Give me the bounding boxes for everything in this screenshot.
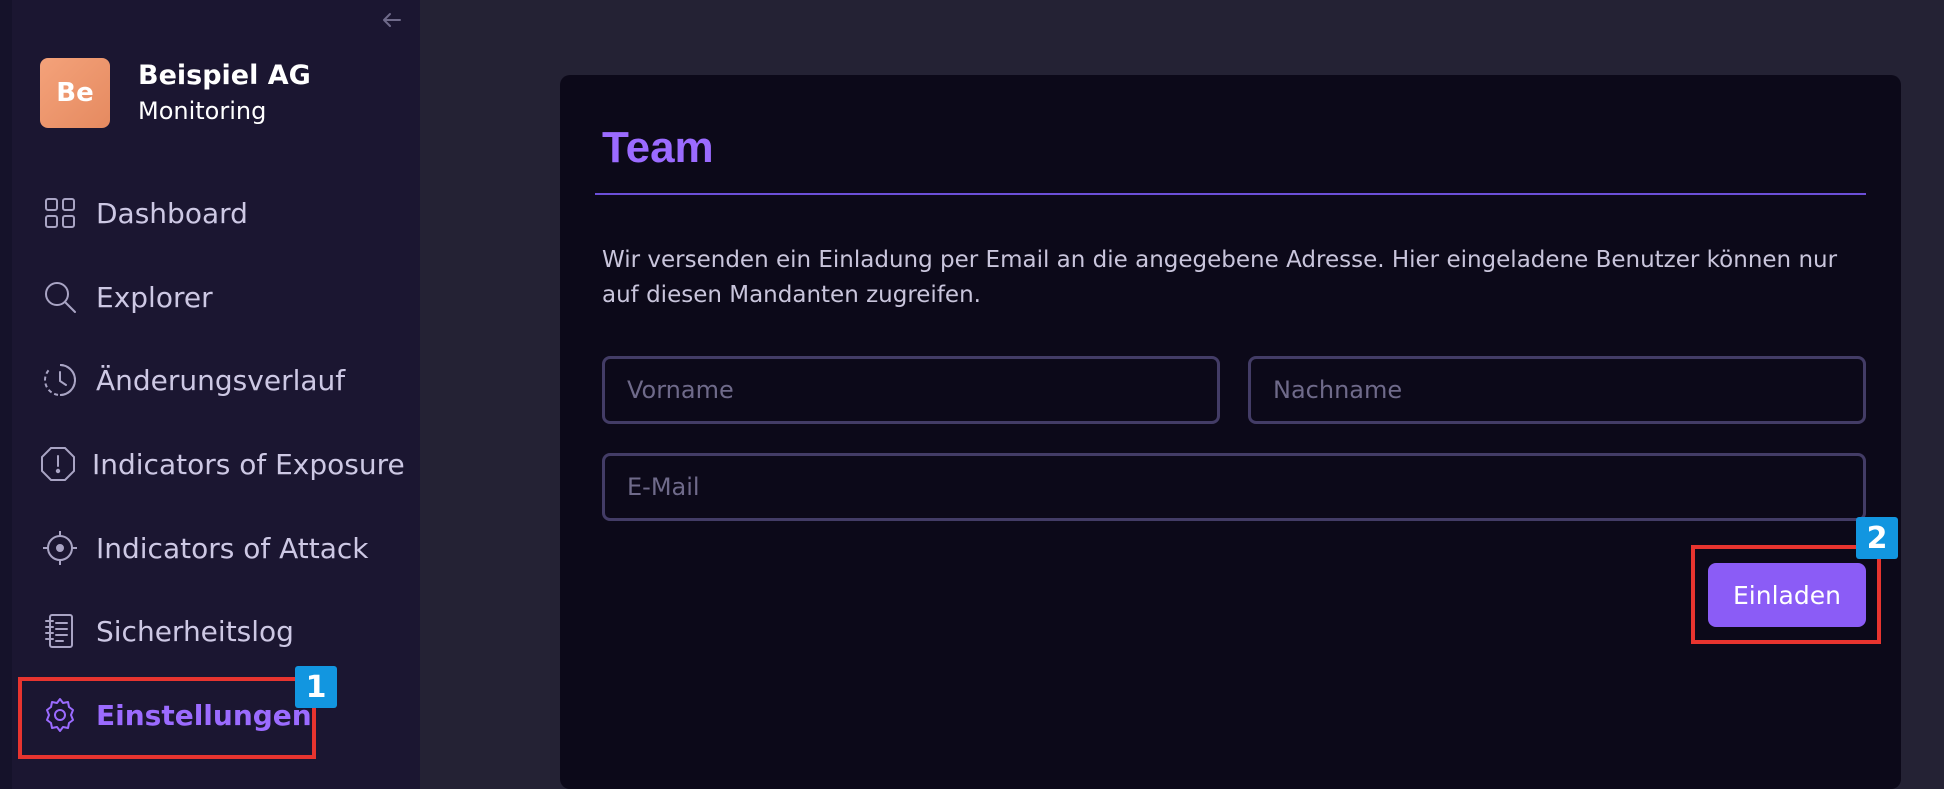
grid-icon xyxy=(40,193,80,233)
sidebar: Be Beispiel AG Monitoring Dashboard Expl… xyxy=(12,0,420,789)
sidebar-item-indicators-of-exposure[interactable]: Indicators of Exposure xyxy=(40,439,405,489)
avatar: Be xyxy=(40,58,110,128)
alert-octagon-icon xyxy=(40,444,76,484)
page-title: Team xyxy=(602,123,714,172)
clock-history-icon xyxy=(40,360,80,400)
org-header: Be Beispiel AG Monitoring xyxy=(40,58,311,128)
title-divider xyxy=(595,193,1866,195)
annotation-tag-1: 1 xyxy=(295,666,337,708)
sidebar-item-aenderungsverlauf[interactable]: Änderungsverlauf xyxy=(40,355,400,405)
sidebar-item-sicherheitslog[interactable]: Sicherheitslog xyxy=(40,606,400,656)
sidebar-item-label: Sicherheitslog xyxy=(96,614,294,648)
org-subtitle: Monitoring xyxy=(138,97,267,125)
sidebar-item-indicators-of-attack[interactable]: Indicators of Attack xyxy=(40,523,400,573)
arrow-left-icon[interactable] xyxy=(378,6,406,34)
last-name-input[interactable] xyxy=(1248,356,1866,424)
annotation-box-2 xyxy=(1691,545,1881,644)
invite-description: Wir versenden ein Einladung per Email an… xyxy=(602,247,1838,308)
org-name: Beispiel AG xyxy=(138,60,311,91)
crosshair-icon xyxy=(40,528,80,568)
search-icon xyxy=(40,277,80,317)
email-input[interactable] xyxy=(602,453,1866,521)
left-edge-strip xyxy=(0,0,12,789)
first-name-input[interactable] xyxy=(602,356,1220,424)
annotation-box-1 xyxy=(18,677,316,759)
sidebar-item-label: Indicators of Exposure xyxy=(92,447,405,481)
sidebar-item-label: Indicators of Attack xyxy=(96,531,369,565)
team-card: Team Wir versenden ein Einladung per Ema… xyxy=(560,75,1901,789)
sidebar-item-label: Dashboard xyxy=(96,196,248,230)
sidebar-item-dashboard[interactable]: Dashboard xyxy=(40,188,400,238)
log-book-icon xyxy=(40,611,80,651)
annotation-tag-2: 2 xyxy=(1856,517,1898,559)
sidebar-item-explorer[interactable]: Explorer xyxy=(40,272,400,322)
sidebar-item-label: Explorer xyxy=(96,280,213,314)
sidebar-item-label: Änderungsverlauf xyxy=(96,363,346,397)
